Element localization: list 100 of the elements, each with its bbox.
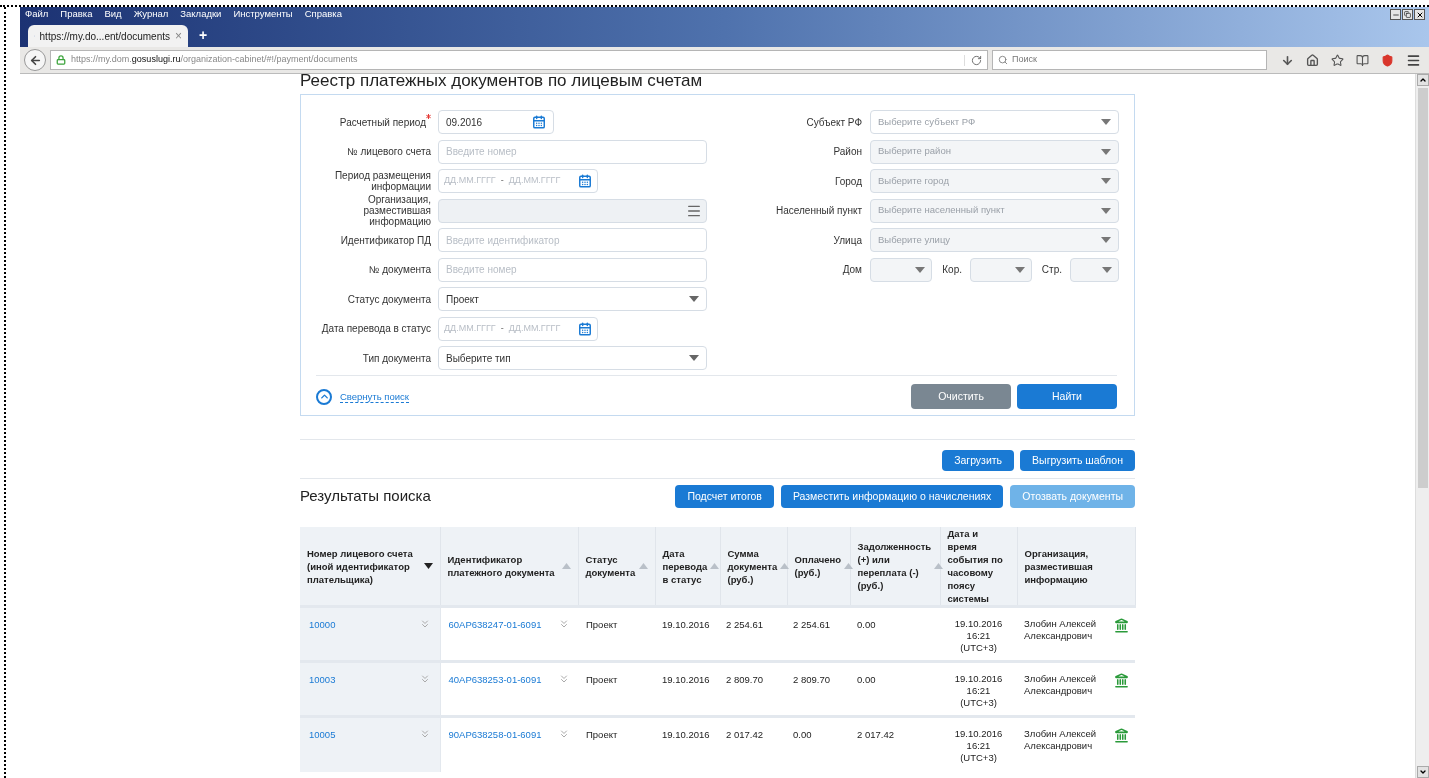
date-range-field[interactable]: ДД.ММ.ГГГГ - ДД.ММ.ГГГГ: [438, 316, 598, 341]
table-cell: 0.00: [857, 619, 876, 630]
download-icon[interactable]: [1281, 53, 1294, 67]
table-cell: 2 254.61: [793, 619, 830, 630]
field-label: Субъект РФ: [805, 115, 863, 130]
field-label: Идентификатор ПД: [340, 234, 431, 246]
calendar-icon[interactable]: [578, 321, 592, 336]
select-placeholder: Выберите город: [878, 173, 949, 188]
range-separator: -: [500, 321, 504, 335]
account-link[interactable]: 10000: [309, 618, 336, 633]
input-field[interactable]: Введите номер: [438, 139, 707, 164]
menu-item[interactable]: Инструменты: [233, 7, 293, 22]
calendar-icon[interactable]: [578, 174, 592, 188]
select-placeholder: Выберите населенный пункт: [878, 203, 1005, 218]
account-link[interactable]: 10005: [309, 728, 336, 743]
building-icon[interactable]: [1114, 673, 1129, 688]
home-icon[interactable]: [1306, 53, 1319, 67]
input-field[interactable]: Введите номер: [438, 257, 707, 282]
page-title: Реестр платежных документов по лицевым счетам: [300, 74, 704, 90]
search-placeholder: Поиск: [1012, 53, 1037, 67]
dropdown-arrow-icon: [1101, 178, 1111, 184]
scroll-down-button[interactable]: [1416, 766, 1429, 778]
button[interactable]: Разместить информацию о начислениях: [780, 485, 1004, 508]
column-header[interactable]: Оплачено (руб.): [794, 553, 842, 579]
column-header[interactable]: Дата перевода в статус: [662, 546, 708, 586]
select-field[interactable]: Проект: [438, 287, 707, 311]
restore-button[interactable]: [1402, 9, 1413, 20]
table-cell: Проект: [586, 674, 618, 685]
select-field[interactable]: Выберите тип: [438, 346, 707, 370]
date-range-field[interactable]: ДД.ММ.ГГГГ - ДД.ММ.ГГГГ: [438, 169, 598, 193]
button[interactable]: Подсчет итогов: [675, 485, 774, 508]
document-link[interactable]: 90AP638258-01-6091: [448, 728, 542, 743]
star-icon[interactable]: [1331, 53, 1344, 67]
menu-item[interactable]: Вид: [104, 7, 122, 22]
button[interactable]: Выгрузить шаблон: [1020, 450, 1135, 471]
dropdown-arrow-icon: [1101, 207, 1111, 214]
column-header[interactable]: Сумма документа (руб.): [727, 546, 778, 586]
expand-icon[interactable]: [558, 673, 570, 685]
dropdown-arrow-icon: [1015, 266, 1025, 273]
field-label: Организация, разместившая информацию: [362, 194, 431, 227]
field-label: Населенный пункт: [775, 204, 863, 218]
expand-icon[interactable]: [558, 728, 570, 740]
menu-item[interactable]: Справка: [304, 7, 342, 22]
chevron-down-icon: [1418, 768, 1427, 776]
field-value: Проект: [446, 292, 479, 307]
account-link[interactable]: 10003: [309, 673, 336, 688]
search-field[interactable]: Поиск: [992, 50, 1267, 70]
browser-tab[interactable]: https://my.do...ent/documents ×: [28, 25, 188, 47]
menu-icon[interactable]: [1406, 52, 1421, 68]
button[interactable]: Найти: [1017, 384, 1117, 409]
document-link[interactable]: 40AP638253-01-6091: [448, 673, 542, 688]
button[interactable]: Загрузить: [942, 450, 1015, 471]
scroll-up-button[interactable]: [1416, 74, 1429, 86]
range-separator: -: [500, 174, 504, 188]
column-header[interactable]: Номер лицевого счета (иной идентификатор плательщика): [307, 546, 421, 586]
reading-list-icon[interactable]: [1356, 53, 1369, 67]
expand-icon[interactable]: [558, 618, 570, 630]
dropdown-arrow-icon: [915, 266, 925, 273]
back-button[interactable]: [24, 49, 46, 71]
date-field[interactable]: 09.2016: [438, 110, 554, 134]
document-link[interactable]: 60AP638247-01-6091: [448, 618, 542, 633]
address-bar[interactable]: https://my.dom.gosuslugi.ru/organization-cabinet/#!/payment/documents: [50, 50, 988, 70]
date-placeholder: ДД.ММ.ГГГГ: [508, 321, 561, 335]
table-cell: 2 017.42: [726, 729, 763, 740]
field-label: Дата перевода в статус: [321, 323, 431, 334]
tab-close-button[interactable]: ×: [175, 27, 182, 45]
shield-icon[interactable]: [1381, 53, 1394, 67]
menu-item[interactable]: Закладки: [180, 7, 222, 22]
column-header[interactable]: Задолженность (+) или переплата (-) (руб.): [857, 540, 932, 592]
dropdown-arrow-icon: [1101, 119, 1111, 125]
field-label: Статус документа: [347, 293, 431, 305]
field-label: Город: [833, 174, 863, 189]
close-button[interactable]: [1414, 9, 1425, 20]
table-cell-text: Злобин Алексей Александрович: [1024, 728, 1098, 752]
table-cell: 19.10.2016 16:21 (UTC+3): [954, 728, 1003, 764]
collapse-link[interactable]: Свернуть поиск: [340, 390, 409, 403]
table-cell-text: Злобин Алексей Александрович: [1024, 618, 1098, 642]
minimize-button[interactable]: [1390, 9, 1401, 20]
table-cell: Проект: [586, 729, 618, 740]
new-tab-button[interactable]: +: [196, 25, 210, 47]
menu-item[interactable]: Правка: [60, 7, 93, 22]
field-label: № документа: [368, 264, 431, 275]
calendar-icon[interactable]: [532, 115, 546, 129]
building-icon[interactable]: [1114, 728, 1129, 743]
column-header[interactable]: Идентификатор платежного документа: [447, 553, 559, 579]
menu-item[interactable]: Журнал: [133, 7, 169, 22]
input-field[interactable]: Введите идентификатор: [438, 228, 707, 252]
table-cell: 19.10.2016: [662, 674, 710, 685]
back-arrow-icon: [28, 53, 42, 67]
table-cell: 19.10.2016: [662, 729, 710, 740]
building-icon[interactable]: [1114, 618, 1129, 633]
sort-descending-icon[interactable]: [423, 563, 433, 569]
reload-icon[interactable]: [971, 54, 982, 66]
scrollbar-thumb[interactable]: [1417, 88, 1428, 488]
column-header[interactable]: Статус документа: [585, 553, 636, 579]
menu-item[interactable]: Файл: [25, 7, 49, 22]
button[interactable]: Очистить: [911, 384, 1011, 409]
table-cell: 2 254.61: [726, 619, 763, 630]
collapse-icon[interactable]: [316, 388, 332, 405]
table-cell: 0.00: [793, 729, 812, 740]
